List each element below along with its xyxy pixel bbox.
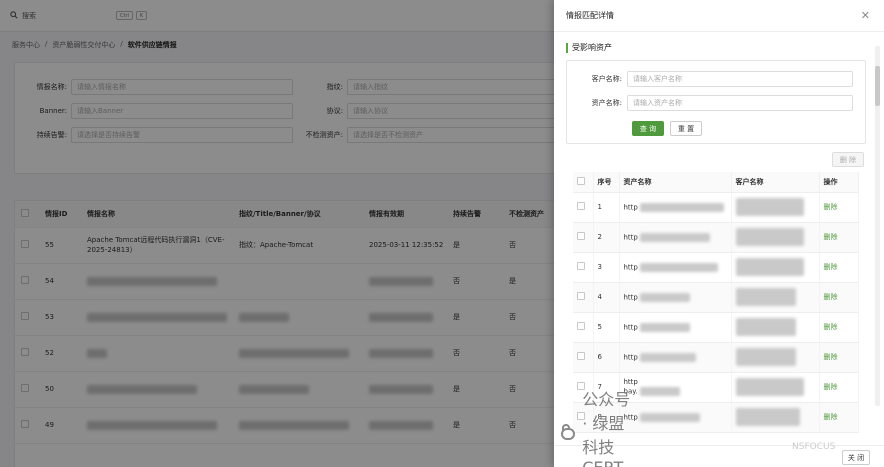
delete-link[interactable]: 删除 bbox=[824, 263, 838, 271]
delete-link[interactable]: 删除 bbox=[824, 233, 838, 241]
delete-link[interactable]: 删除 bbox=[824, 383, 838, 391]
row-number: 6 bbox=[593, 342, 620, 373]
row-number: 1 bbox=[593, 192, 620, 223]
column-header: 资产名称 bbox=[619, 172, 732, 193]
redacted-text bbox=[639, 322, 690, 332]
row-number: 4 bbox=[593, 282, 620, 313]
table-row: 4 http 删除 bbox=[573, 282, 859, 313]
redacted-text bbox=[639, 262, 718, 272]
redacted-text bbox=[735, 258, 804, 276]
redacted-text bbox=[735, 318, 796, 336]
delete-link[interactable]: 删除 bbox=[824, 323, 838, 331]
scrollbar-thumb[interactable] bbox=[875, 66, 880, 106]
delete-link[interactable]: 删除 bbox=[824, 353, 838, 361]
asset-name: http bbox=[623, 353, 638, 361]
table-row: 1 http 删除 bbox=[573, 192, 859, 223]
section-accent-bar bbox=[566, 42, 568, 53]
customer-name-input[interactable]: 请输入客户名称 bbox=[627, 71, 853, 87]
delete-link[interactable]: 删除 bbox=[824, 203, 838, 211]
select-all-checkbox[interactable] bbox=[577, 176, 585, 185]
section-title: 受影响资产 bbox=[566, 42, 612, 53]
redacted-text bbox=[735, 348, 796, 366]
watermark-content: 公众号 · 绿盟科技CERT bbox=[561, 390, 633, 467]
delete-button[interactable]: 删 除 bbox=[832, 152, 864, 167]
delete-link[interactable]: 删除 bbox=[824, 413, 838, 421]
table-row: 5 http 删除 bbox=[573, 312, 859, 343]
query-panel: 客户名称: 请输入客户名称 资产名称: 请输入资产名称 查 询 重 置 bbox=[566, 60, 866, 144]
drawer-header: 情报匹配详情 ✕ bbox=[554, 0, 884, 32]
row-checkbox[interactable] bbox=[577, 232, 585, 240]
asset-name: http bbox=[623, 203, 638, 211]
delete-link[interactable]: 删除 bbox=[824, 293, 838, 301]
table-row: 3 http 删除 bbox=[573, 252, 859, 283]
row-checkbox[interactable] bbox=[577, 202, 585, 210]
section-title-text: 受影响资产 bbox=[572, 43, 612, 52]
row-checkbox[interactable] bbox=[577, 262, 585, 270]
asset-name: http bbox=[623, 323, 638, 331]
close-icon[interactable]: ✕ bbox=[861, 9, 870, 22]
table-row: 2 http 删除 bbox=[573, 222, 859, 253]
asset-name: http bbox=[623, 233, 638, 241]
redacted-text bbox=[735, 288, 796, 306]
row-checkbox[interactable] bbox=[577, 322, 585, 330]
row-number: 3 bbox=[593, 252, 620, 283]
reset-button[interactable]: 重 置 bbox=[670, 121, 702, 136]
asset-name-input[interactable]: 请输入资产名称 bbox=[627, 95, 853, 111]
wechat-logo-icon bbox=[561, 424, 576, 440]
redacted-text bbox=[639, 412, 700, 422]
watermark-sub: NSFOCUS bbox=[792, 442, 836, 452]
column-header: 操作 bbox=[819, 172, 859, 193]
column-header: 序号 bbox=[593, 172, 620, 193]
table-row: 6 http 删除 bbox=[573, 342, 859, 373]
redacted-text bbox=[639, 386, 680, 396]
row-checkbox[interactable] bbox=[577, 292, 585, 300]
redacted-text bbox=[735, 228, 804, 246]
redacted-text bbox=[735, 378, 804, 396]
query-button[interactable]: 查 询 bbox=[632, 121, 664, 136]
asset-name: http bbox=[623, 293, 638, 301]
redacted-text bbox=[639, 292, 690, 302]
row-number: 5 bbox=[593, 312, 620, 343]
asset-name: http bbox=[623, 263, 638, 271]
redacted-text bbox=[639, 352, 696, 362]
redacted-text bbox=[735, 408, 800, 426]
drawer-title: 情报匹配详情 bbox=[566, 11, 614, 20]
redacted-text bbox=[639, 232, 710, 242]
redacted-text bbox=[639, 202, 724, 212]
column-header: 客户名称 bbox=[731, 172, 820, 193]
row-checkbox[interactable] bbox=[577, 352, 585, 360]
row-number: 2 bbox=[593, 222, 620, 253]
redacted-text bbox=[735, 198, 804, 216]
watermark-text: 公众号 · 绿盟科技CERT bbox=[582, 389, 631, 467]
drawer-scrollbar[interactable] bbox=[875, 46, 880, 406]
customer-label: 客户名称: bbox=[591, 75, 622, 83]
asset-label: 资产名称: bbox=[591, 99, 622, 107]
close-button[interactable]: 关 闭 bbox=[842, 450, 870, 465]
drawer-scroll-area[interactable]: 客户名称: 请输入客户名称 资产名称: 请输入资产名称 查 询 重 置 删 除 … bbox=[566, 56, 870, 442]
